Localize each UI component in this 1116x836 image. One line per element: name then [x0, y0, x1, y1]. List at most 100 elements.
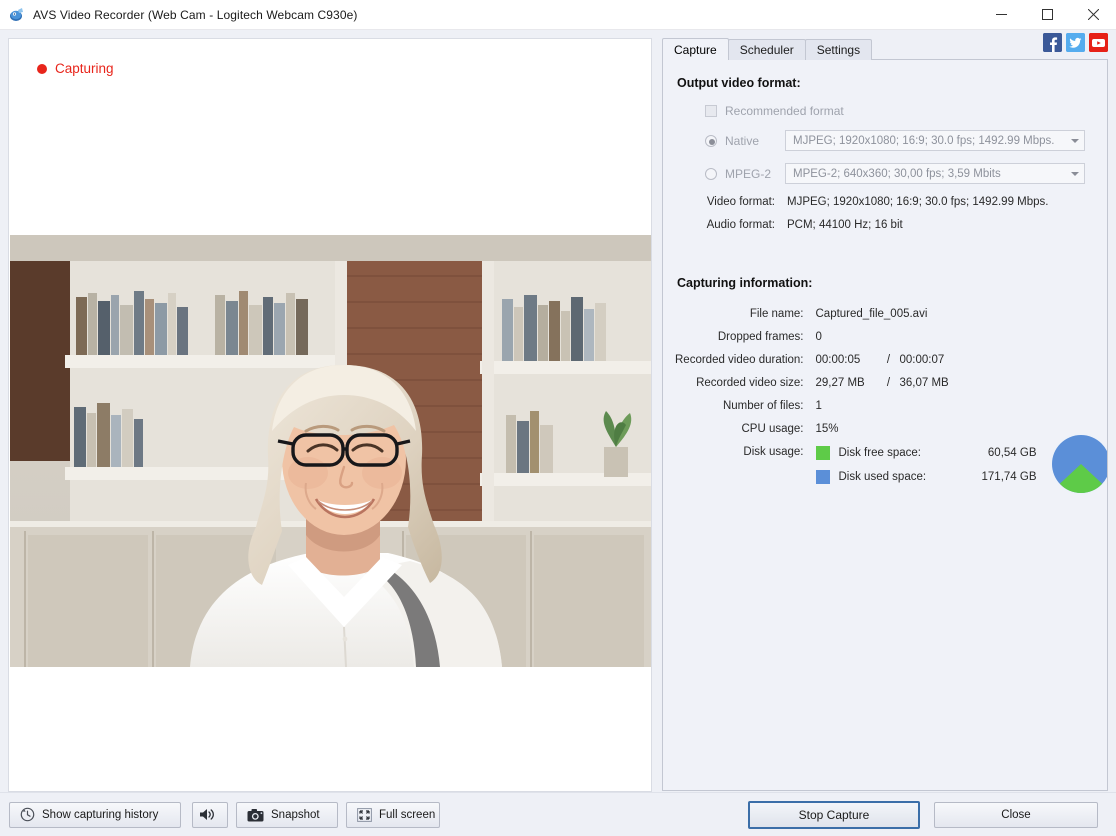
- dropped-frames-label: Dropped frames:: [675, 331, 816, 354]
- youtube-icon[interactable]: [1089, 33, 1108, 52]
- record-dot-icon: [37, 64, 47, 74]
- disk-usage-value: Disk free space: 60,54 GB Disk used spac…: [816, 446, 1109, 510]
- duration-label: Recorded video duration:: [675, 354, 816, 377]
- tab-settings-label: Settings: [817, 43, 860, 57]
- minimize-button[interactable]: [978, 0, 1024, 30]
- mpeg2-format-label: MPEG-2: [725, 167, 785, 181]
- fullscreen-icon: [357, 808, 372, 822]
- duration-value: 00:00:05 / 00:00:07: [816, 354, 1109, 377]
- avs-camera-icon: [9, 7, 25, 23]
- video-format-label: Video format:: [695, 196, 787, 219]
- snapshot-button[interactable]: Snapshot: [236, 802, 338, 828]
- mpeg2-format-dropdown[interactable]: MPEG-2; 640x360; 30,00 fps; 3,59 Mbits: [785, 163, 1085, 184]
- maximize-button[interactable]: [1024, 0, 1070, 30]
- close-window-button[interactable]: [1070, 0, 1116, 30]
- native-format-dropdown[interactable]: MJPEG; 1920x1080; 16:9; 30.0 fps; 1492.9…: [785, 130, 1085, 151]
- info-row-cpu-usage: CPU usage: 15%: [675, 423, 1108, 446]
- size-current: 29,27 MB: [816, 377, 878, 389]
- avs-video-recorder-window: AVS Video Recorder (Web Cam - Logitech W…: [0, 0, 1116, 836]
- legend-free-space: Disk free space: 60,54 GB: [816, 446, 1037, 460]
- number-of-files-label: Number of files:: [675, 400, 816, 423]
- number-of-files-value: 1: [816, 400, 1109, 423]
- size-total: 36,07 MB: [900, 377, 949, 389]
- capture-status-indicator: Capturing: [37, 61, 114, 76]
- audio-format-value: PCM; 44100 Hz; 16 bit: [787, 219, 1048, 242]
- recommended-format-label: Recommended format: [725, 104, 844, 118]
- legend-used-space: Disk used space: 171,74 GB: [816, 470, 1037, 484]
- duration-total: 00:00:07: [900, 354, 945, 366]
- output-format-heading: Output video format:: [677, 76, 1095, 90]
- chevron-down-icon: [1066, 139, 1084, 143]
- full-screen-label: Full screen: [379, 809, 435, 821]
- native-format-row[interactable]: Native MJPEG; 1920x1080; 16:9; 30.0 fps;…: [675, 130, 1095, 151]
- tab-capture[interactable]: Capture: [662, 38, 729, 60]
- info-row-size: Recorded video size: 29,27 MB / 36,07 MB: [675, 377, 1108, 400]
- size-value: 29,27 MB / 36,07 MB: [816, 377, 1109, 400]
- close-label: Close: [1001, 809, 1030, 821]
- history-clock-icon: [20, 807, 35, 822]
- recommended-format-row[interactable]: Recommended format: [675, 104, 1095, 118]
- cpu-usage-label: CPU usage:: [675, 423, 816, 446]
- tab-capture-label: Capture: [674, 43, 717, 57]
- show-capturing-history-label: Show capturing history: [42, 809, 158, 821]
- native-format-label: Native: [725, 134, 785, 148]
- capture-status-text: Capturing: [55, 61, 114, 76]
- free-space-value: 60,54 GB: [957, 447, 1037, 459]
- volume-button[interactable]: [192, 802, 228, 828]
- tab-scheduler[interactable]: Scheduler: [728, 39, 806, 60]
- webcam-image: [10, 235, 652, 667]
- full-screen-button[interactable]: Full screen: [346, 802, 440, 828]
- info-row-duration: Recorded video duration: 00:00:05 / 00:0…: [675, 354, 1108, 377]
- capturing-info-grid: File name: Captured_file_005.avi Dropped…: [675, 308, 1108, 510]
- video-preview-panel[interactable]: Capturing: [8, 38, 652, 792]
- disk-usage-pie-chart: [1049, 432, 1109, 499]
- mpeg2-format-value: MPEG-2; 640x360; 30,00 fps; 3,59 Mbits: [793, 168, 1066, 180]
- native-format-radio[interactable]: [705, 135, 717, 147]
- duration-separator: /: [878, 354, 900, 366]
- dropped-frames-value: 0: [816, 331, 1109, 354]
- chevron-down-icon: [1066, 172, 1084, 176]
- audio-format-row: Audio format: PCM; 44100 Hz; 16 bit: [695, 219, 1048, 242]
- video-format-row: Video format: MJPEG; 1920x1080; 16:9; 30…: [695, 196, 1048, 219]
- settings-panel: Capture Scheduler Settings Output video …: [662, 38, 1108, 792]
- info-row-dropped-frames: Dropped frames: 0: [675, 331, 1108, 354]
- window-title: AVS Video Recorder (Web Cam - Logitech W…: [33, 8, 357, 22]
- facebook-icon[interactable]: [1043, 33, 1062, 52]
- camera-icon: [247, 808, 264, 822]
- used-space-swatch: [816, 470, 830, 484]
- free-space-swatch: [816, 446, 830, 460]
- recommended-format-checkbox[interactable]: [705, 105, 717, 117]
- info-row-filename: File name: Captured_file_005.avi: [675, 308, 1108, 331]
- title-bar: AVS Video Recorder (Web Cam - Logitech W…: [0, 0, 1116, 30]
- close-button[interactable]: Close: [934, 802, 1098, 828]
- disk-usage-block: Disk free space: 60,54 GB Disk used spac…: [816, 446, 1109, 499]
- size-separator: /: [878, 377, 900, 389]
- live-video-feed: [10, 235, 652, 667]
- file-name-label: File name:: [675, 308, 816, 331]
- free-space-label: Disk free space:: [839, 447, 957, 459]
- main-content: Capturing: [0, 30, 1116, 792]
- social-links: [1043, 33, 1108, 52]
- tab-scheduler-label: Scheduler: [740, 43, 794, 57]
- twitter-icon[interactable]: [1066, 33, 1085, 52]
- tab-settings[interactable]: Settings: [805, 39, 872, 60]
- size-label: Recorded video size:: [675, 377, 816, 400]
- disk-usage-label: Disk usage:: [675, 446, 816, 510]
- video-format-value: MJPEG; 1920x1080; 16:9; 30.0 fps; 1492.9…: [787, 196, 1048, 219]
- mpeg2-format-row[interactable]: MPEG-2 MPEG-2; 640x360; 30,00 fps; 3,59 …: [675, 163, 1095, 184]
- tab-bar: Capture Scheduler Settings: [662, 38, 1108, 60]
- show-capturing-history-button[interactable]: Show capturing history: [9, 802, 181, 828]
- capture-tab-panel: Output video format: Recommended format …: [662, 59, 1108, 791]
- used-space-label: Disk used space:: [839, 471, 957, 483]
- snapshot-label: Snapshot: [271, 809, 320, 821]
- native-format-value: MJPEG; 1920x1080; 16:9; 30.0 fps; 1492.9…: [793, 135, 1066, 147]
- mpeg2-format-radio[interactable]: [705, 168, 717, 180]
- duration-current: 00:00:05: [816, 354, 878, 366]
- bottom-toolbar: Show capturing history Snapshot Full scr…: [0, 792, 1116, 836]
- file-name-value: Captured_file_005.avi: [816, 308, 1109, 331]
- info-row-number-of-files: Number of files: 1: [675, 400, 1108, 423]
- capturing-info-heading: Capturing information:: [677, 276, 1095, 290]
- stop-capture-label: Stop Capture: [799, 808, 870, 822]
- stop-capture-button[interactable]: Stop Capture: [748, 801, 920, 829]
- used-space-value: 171,74 GB: [957, 471, 1037, 483]
